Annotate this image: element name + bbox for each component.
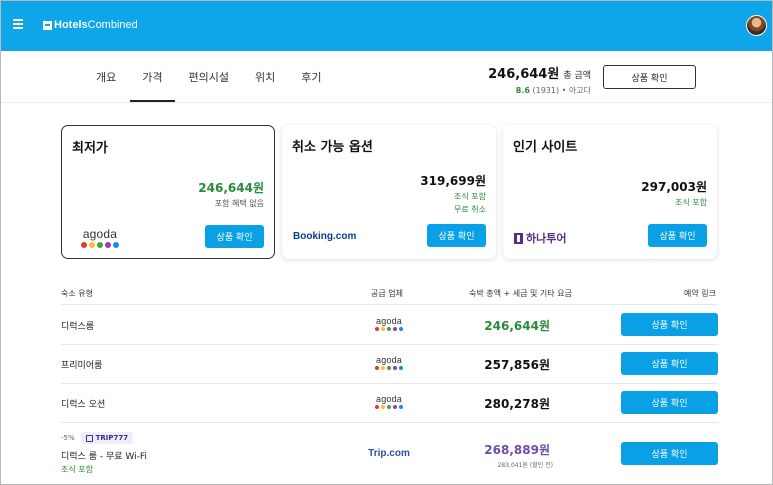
card-view-deal-button[interactable]: 상품 확인: [648, 224, 707, 247]
header-booking-link: 예약 링크: [684, 289, 716, 298]
card-lowest-price[interactable]: 최저가 246,644원 포함 혜택 없음 agoda 상품 확인: [61, 125, 275, 259]
brand-logo[interactable]: Hotels Combined: [43, 19, 138, 31]
row-room-name: 프리미어룸: [61, 361, 103, 371]
row-room-name: 디럭스 오션: [61, 400, 106, 410]
rating-score: 8.6: [515, 86, 530, 95]
hanatour-mark-icon: [514, 232, 523, 244]
card-price: 319,699원: [420, 174, 486, 188]
rating-count: (1931): [532, 86, 560, 95]
card-cancellable[interactable]: 취소 가능 옵션 319,699원 조식 포함 무료 취소 Booking.co…: [282, 125, 496, 259]
card-popular-site[interactable]: 인기 사이트 297,003원 조식 포함 하나투어 상품 확인: [503, 125, 717, 259]
copy-icon: [85, 434, 93, 442]
brand-bold: Hotels: [54, 19, 88, 31]
total-label: 총 금액: [563, 71, 591, 81]
discount-percent: -5%: [61, 434, 75, 442]
hanatour-logo: 하나투어: [514, 230, 566, 246]
row-view-deal-button[interactable]: 상품 확인: [621, 391, 718, 414]
rating-line: 8.6 (1931) • 아고다: [488, 85, 591, 96]
total-price: 246,644원: [488, 67, 560, 82]
logo-mark-icon: [43, 20, 52, 30]
top-bar: Hotels Combined: [1, 1, 772, 51]
tab-amenities[interactable]: 편의시설: [177, 53, 241, 102]
section-tabs: 개요 가격 편의시설 위치 후기: [84, 53, 335, 103]
card-note-breakfast: 조식 포함: [454, 192, 486, 201]
tab-overview[interactable]: 개요: [84, 53, 128, 102]
card-title: 최저가: [72, 141, 108, 156]
coupon-code[interactable]: TRIP777: [80, 432, 134, 444]
agoda-logo: agoda: [374, 355, 404, 370]
row-room-name: 디럭스 룸 - 무료 Wi-Fi: [61, 452, 147, 462]
brand-thin: Combined: [87, 19, 138, 31]
user-avatar[interactable]: [746, 15, 767, 36]
header-room-type: 숙소 유형: [61, 289, 93, 298]
row-price: 246,644원: [484, 319, 550, 333]
card-note: 조식 포함: [675, 198, 707, 207]
row-price: 257,856원: [484, 358, 550, 372]
hamburger-menu-icon[interactable]: [13, 19, 23, 29]
header-provider: 공급 업체: [371, 289, 403, 298]
tripcom-logo: Trip.com: [368, 448, 410, 459]
card-view-deal-button[interactable]: 상품 확인: [427, 224, 486, 247]
row-view-deal-button[interactable]: 상품 확인: [621, 313, 718, 336]
tab-reviews[interactable]: 후기: [289, 53, 333, 102]
row-price: 268,889원: [484, 443, 550, 457]
header-total: 숙박 총액 + 세금 및 기타 요금: [469, 289, 572, 298]
card-title: 인기 사이트: [513, 140, 578, 155]
table-row: 프리미어룸 agoda 257,856원 상품 확인: [61, 344, 718, 383]
agoda-logo: agoda: [374, 316, 404, 331]
card-note: 포함 혜택 없음: [214, 199, 264, 208]
agoda-logo: agoda: [374, 394, 404, 409]
total-summary: 246,644원 총 금액 8.6 (1931) • 아고다: [488, 63, 591, 96]
booking-logo: Booking.com: [293, 231, 357, 242]
card-price: 246,644원: [198, 181, 264, 195]
table-row: -5% TRIP777 디럭스 룸 - 무료 Wi-Fi 조식 포함 Trip.…: [61, 422, 718, 484]
tab-location[interactable]: 위치: [243, 53, 287, 102]
card-note-cancel: 무료 취소: [454, 205, 486, 214]
divider: [1, 102, 772, 103]
row-room-name: 디럭스룸: [61, 322, 95, 332]
row-view-deal-button[interactable]: 상품 확인: [621, 442, 718, 465]
card-price: 297,003원: [641, 180, 707, 194]
row-discount-line: -5% TRIP777: [61, 432, 134, 444]
rating-source: • 아고다: [561, 86, 591, 95]
row-price: 280,278원: [484, 397, 550, 411]
row-original-price: 283,041원 (할인 전): [497, 462, 553, 469]
table-row: 디럭스룸 agoda 246,644원 상품 확인: [61, 304, 718, 344]
tab-prices[interactable]: 가격: [130, 53, 175, 102]
row-view-deal-button[interactable]: 상품 확인: [621, 352, 718, 375]
table-row: 디럭스 오션 agoda 280,278원 상품 확인: [61, 383, 718, 422]
header-view-deal-button[interactable]: 상품 확인: [603, 65, 696, 89]
agoda-logo: agoda: [80, 227, 120, 248]
row-breakfast: 조식 포함: [61, 465, 93, 474]
card-title: 취소 가능 옵션: [292, 140, 373, 155]
card-view-deal-button[interactable]: 상품 확인: [205, 225, 264, 248]
